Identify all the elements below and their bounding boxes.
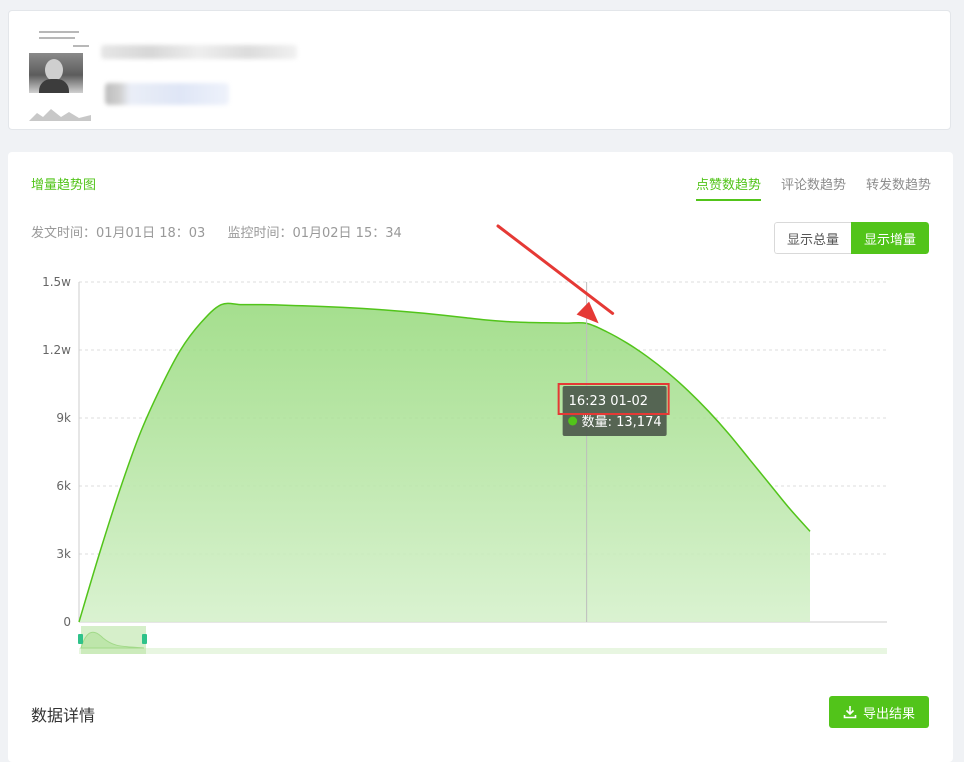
blurred-author-info	[105, 83, 229, 105]
y-tick-label: 0	[63, 615, 71, 629]
y-tick-label: 1.5w	[42, 275, 71, 289]
y-tick-label: 3k	[56, 547, 71, 561]
tooltip-series-dot	[568, 417, 577, 426]
tooltip-value: 数量: 13,174	[582, 415, 662, 430]
details-title: 数据详情	[31, 702, 95, 726]
blurred-article-title	[101, 45, 297, 59]
article-thumbnail[interactable]	[29, 27, 99, 123]
y-tick-label: 1.2w	[42, 343, 71, 357]
y-tick-label: 6k	[56, 479, 71, 493]
export-button[interactable]: 导出结果	[829, 696, 929, 728]
y-tick-label: 9k	[56, 411, 71, 425]
zoom-window[interactable]	[81, 626, 146, 654]
chart-tooltip: 16:23 01-02 数量: 13,174	[559, 384, 669, 436]
trend-panel: 增量趋势图 点赞数趋势 评论数趋势 转发数趋势 发文时间：01月01日 18：0…	[8, 152, 953, 762]
annotation-arrow	[498, 226, 613, 323]
download-icon	[843, 705, 857, 719]
zoom-handle-left[interactable]	[78, 634, 83, 644]
export-label: 导出结果	[863, 703, 915, 722]
tooltip-time: 16:23 01-02	[569, 394, 648, 409]
portrait-image	[29, 53, 83, 93]
zoom-slider[interactable]	[78, 626, 887, 654]
zoom-handle-right[interactable]	[142, 634, 147, 644]
landscape-image	[29, 107, 91, 121]
likes-area	[79, 303, 810, 622]
trend-chart[interactable]: 0 3k 6k 9k 1.2w 1.5w 16:23 01-02 数量: 13,174	[8, 152, 953, 672]
article-card	[8, 10, 951, 130]
